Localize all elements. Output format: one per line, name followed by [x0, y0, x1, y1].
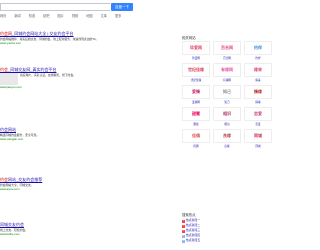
related-site-item[interactable]: 甜蜜 甜蜜	[182, 107, 210, 126]
related-sites-title: 相关网站	[182, 36, 196, 40]
tab-map[interactable]: 地图	[86, 14, 92, 19]
related-site-label[interactable]: 知己	[213, 100, 241, 104]
related-site-logo[interactable]: 佳偶	[182, 129, 210, 143]
hot-search-text[interactable]: 热点新闻一	[186, 218, 200, 222]
related-site-logo[interactable]: 珍爱网	[182, 41, 210, 55]
tab-news[interactable]: 新闻	[14, 14, 20, 19]
search-button[interactable]: 百度一下	[111, 3, 133, 11]
related-site-logo[interactable]: 良缘	[213, 129, 241, 143]
related-site-item[interactable]: 爱情 爱情网	[182, 85, 210, 104]
related-site-item[interactable]: 相识 相识	[213, 107, 241, 126]
related-site-logo[interactable]: 约伴	[244, 41, 272, 55]
tab-web[interactable]: 网页	[0, 14, 6, 19]
related-site-logo[interactable]: 缘来	[244, 63, 272, 77]
related-site-item[interactable]: 珍爱网 珍爱网	[182, 41, 210, 60]
result-item: 约会网_同城约会网站大全 | 交友约会平台 约会网站推荐：真实征婚交友，同城约会…	[0, 31, 170, 45]
tab-wenku[interactable]: 文库	[101, 14, 107, 19]
result-desc: 真实用户，实名认证，在线聊天，线下约会。	[0, 73, 170, 85]
related-site-label[interactable]: 恋爱	[244, 122, 272, 126]
hot-search-title: 搜索热点	[182, 213, 196, 217]
related-site-item[interactable]: 约伴 约伴	[244, 41, 272, 60]
tab-zhidao[interactable]: 知道	[29, 14, 35, 19]
hot-search-list: 1 热点新闻一 2 热点新闻二 3 热点新闻三 4 热点新闻四 5 热点新闻五	[182, 218, 200, 243]
related-site-item[interactable]: 有缘网 有缘网	[213, 63, 241, 82]
result-thumbnail[interactable]	[0, 73, 18, 85]
result-url[interactable]: www.yuehui.com	[0, 41, 170, 45]
related-site-label[interactable]: 世纪佳缘	[182, 78, 210, 82]
result-url[interactable]: www.xiangqin.com	[0, 137, 170, 141]
related-site-item[interactable]: 情缘 情缘	[244, 85, 272, 104]
hot-search-text[interactable]: 热点新闻四	[186, 233, 200, 237]
hot-search-text[interactable]: 热点新闻二	[186, 223, 200, 227]
result-url[interactable]: www.jiaoyou.com	[0, 85, 170, 89]
search-tabs: 网页 新闻 知道 贴吧 图片 视频 地图 文库 更多	[0, 14, 121, 19]
hot-search-text[interactable]: 热点新闻五	[186, 238, 200, 242]
result-url[interactable]: www.aiyue.com	[0, 187, 170, 191]
related-site-logo[interactable]: 知己	[213, 85, 241, 99]
related-site-label[interactable]: 约伴	[244, 56, 272, 60]
related-site-logo[interactable]: 世纪佳缘	[182, 63, 210, 77]
related-site-logo[interactable]: 爱情	[182, 85, 210, 99]
search-box[interactable]	[0, 3, 110, 11]
related-site-logo[interactable]: 相识	[213, 107, 241, 121]
tab-more[interactable]: 更多	[115, 14, 121, 19]
related-sites-grid: 珍爱网 珍爱网 百合网 百合网 约伴 约伴世纪佳缘 世纪佳缘 有缘网 有缘网 缘来 缘来爱情 爱情网知…	[182, 41, 272, 148]
related-site-item[interactable]: 世纪佳缘 世纪佳缘	[182, 63, 210, 82]
result-item: 约会_同城交友网_真实约会平台 真实用户，实名认证，在线聊天，线下约会。 www…	[0, 67, 170, 89]
related-site-logo[interactable]: 恋爱	[244, 107, 272, 121]
related-site-logo[interactable]: 同城	[244, 129, 272, 143]
tab-tieba[interactable]: 贴吧	[43, 14, 49, 19]
related-site-label[interactable]: 缘来	[244, 78, 272, 82]
related-site-logo[interactable]: 百合网	[213, 41, 241, 55]
result-item: 同城交友约会 线上交友，轻松约会。 www.baihe.com	[0, 222, 170, 236]
related-site-item[interactable]: 知己 知己	[213, 85, 241, 104]
result-item: 约会网站 精选同城约会服务，安全可靠。 www.xiangqin.com	[0, 127, 170, 141]
hot-search-item[interactable]: 5 热点新闻五	[182, 238, 200, 243]
result-url[interactable]: www.baihe.com	[0, 232, 170, 236]
related-site-item[interactable]: 佳偶 佳偶	[182, 129, 210, 148]
related-site-label[interactable]: 相识	[213, 122, 241, 126]
result-item: 约会网站_交友约会推荐 约会网站大全，同城交友。 www.aiyue.com	[0, 177, 170, 191]
related-site-logo[interactable]: 甜蜜	[182, 107, 210, 121]
related-site-label[interactable]: 珍爱网	[182, 56, 210, 60]
tab-image[interactable]: 图片	[58, 14, 64, 19]
related-site-item[interactable]: 良缘 良缘	[213, 129, 241, 148]
related-site-label[interactable]: 百合网	[213, 56, 241, 60]
related-site-item[interactable]: 缘来 缘来	[244, 63, 272, 82]
hot-rank-badge: 5	[182, 240, 185, 243]
related-site-logo[interactable]: 有缘网	[213, 63, 241, 77]
related-site-label[interactable]: 情缘	[244, 100, 272, 104]
hot-search-text[interactable]: 热点新闻三	[186, 228, 200, 232]
related-site-item[interactable]: 恋爱 恋爱	[244, 107, 272, 126]
related-site-label[interactable]: 良缘	[213, 144, 241, 148]
tab-video[interactable]: 视频	[72, 14, 78, 19]
related-site-item[interactable]: 同城 同城	[244, 129, 272, 148]
related-site-item[interactable]: 百合网 百合网	[213, 41, 241, 60]
related-site-label[interactable]: 佳偶	[182, 144, 210, 148]
related-site-logo[interactable]: 情缘	[244, 85, 272, 99]
related-site-label[interactable]: 爱情网	[182, 100, 210, 104]
related-site-label[interactable]: 甜蜜	[182, 122, 210, 126]
related-site-label[interactable]: 同城	[244, 144, 272, 148]
related-site-label[interactable]: 有缘网	[213, 78, 241, 82]
